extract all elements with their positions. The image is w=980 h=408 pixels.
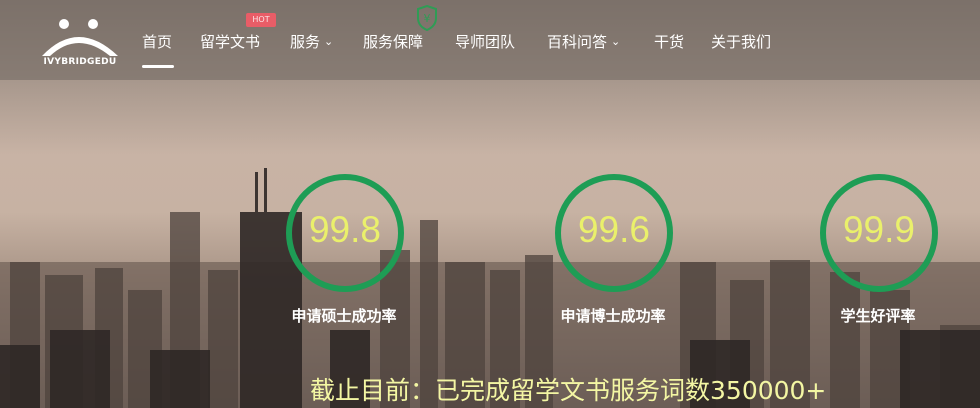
nav-item-resources[interactable]: 干货 — [654, 31, 684, 55]
svg-text:¥: ¥ — [424, 12, 431, 25]
stat-label: 学生好评率 — [840, 307, 916, 325]
completed-words-banner: 截止目前：已完成留学文书服务词数350000+ — [310, 376, 827, 405]
shield-yuan-icon: ¥ — [417, 5, 437, 31]
stat-value: 99.8 — [308, 209, 381, 250]
nav-item-mentors[interactable]: 导师团队 — [455, 31, 515, 55]
nav-item-guarantee[interactable]: 服务保障 — [363, 31, 423, 55]
nav-item-faq[interactable]: 百科问答 ⌄ — [547, 31, 620, 55]
stat-value: 99.9 — [842, 209, 915, 250]
hot-badge: HOT — [246, 13, 276, 27]
active-nav-underline — [142, 65, 174, 68]
stat-label: 申请硕士成功率 — [291, 307, 397, 325]
stat-value: 99.6 — [577, 209, 650, 250]
stat-label: 申请博士成功率 — [560, 307, 666, 325]
site-logo[interactable]: IVYBRIDGEDU — [38, 18, 122, 68]
chevron-down-icon: ⌄ — [324, 35, 334, 48]
logo-emblem-icon — [42, 19, 118, 56]
nav-item-home[interactable]: 首页 — [142, 31, 172, 55]
nav-item-essays[interactable]: 留学文书 — [200, 31, 260, 55]
chevron-down-icon: ⌄ — [611, 35, 621, 48]
logo-text: IVYBRIDGEDU — [43, 57, 117, 67]
nav-item-about[interactable]: 关于我们 — [711, 31, 771, 55]
nav-item-services[interactable]: 服务 ⌄ — [290, 31, 333, 55]
